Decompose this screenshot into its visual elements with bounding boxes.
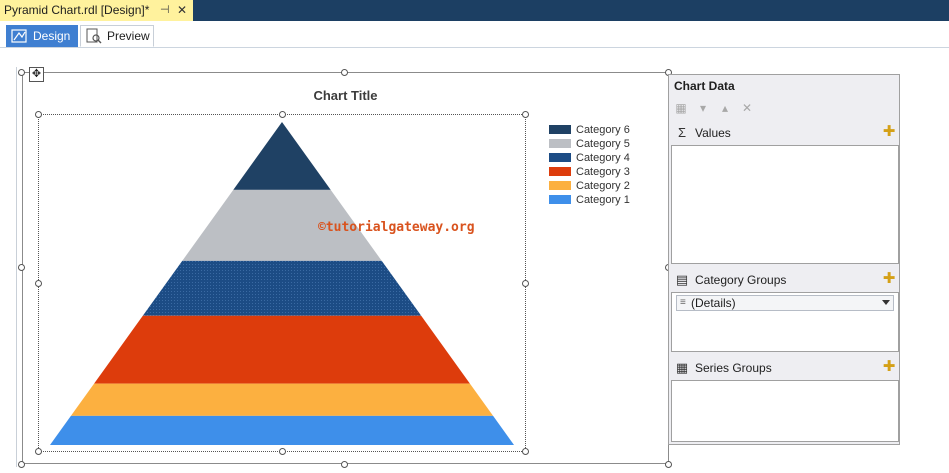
legend-label: Category 1 xyxy=(576,194,630,206)
series-groups-dropzone[interactable] xyxy=(671,380,899,442)
tab-preview[interactable]: Preview xyxy=(80,25,154,47)
document-tab[interactable]: Pyramid Chart.rdl [Design]* ⊣ ✕ xyxy=(0,0,193,21)
category-group-value: (Details) xyxy=(691,296,736,310)
chart-title[interactable]: Chart Title xyxy=(22,88,669,103)
legend-label: Category 2 xyxy=(576,180,630,192)
add-value-icon[interactable]: ✚ xyxy=(882,124,896,139)
legend-swatch xyxy=(549,181,571,190)
design-icon xyxy=(11,29,27,43)
category-group-details[interactable]: ≡ (Details) xyxy=(676,295,894,311)
plot-resize-handle[interactable] xyxy=(35,111,42,118)
panel-title: Chart Data xyxy=(674,79,735,93)
panel-toolbar: ▦ ▾ ▴ ✕ xyxy=(673,100,897,116)
plot-resize-handle[interactable] xyxy=(35,280,42,287)
resize-handle[interactable] xyxy=(18,69,25,76)
series-groups-label: Series Groups xyxy=(695,361,772,375)
move-down-icon[interactable]: ▾ xyxy=(695,100,711,116)
legend-swatch xyxy=(549,195,571,204)
resize-handle[interactable] xyxy=(18,461,25,468)
close-icon[interactable]: ✕ xyxy=(177,0,187,21)
preview-icon xyxy=(86,28,102,44)
add-category-group-icon[interactable]: ✚ xyxy=(882,271,896,286)
document-tab-title: Pyramid Chart.rdl [Design]* xyxy=(4,3,150,17)
tab-design[interactable]: Design xyxy=(6,25,78,47)
legend-swatch xyxy=(549,167,571,176)
document-tab-bar: Pyramid Chart.rdl [Design]* ⊣ ✕ xyxy=(0,0,949,21)
legend-swatch xyxy=(549,153,571,162)
plot-resize-handle[interactable] xyxy=(279,111,286,118)
tab-preview-label: Preview xyxy=(107,29,150,43)
tab-design-label: Design xyxy=(33,29,71,43)
resize-handle[interactable] xyxy=(341,69,348,76)
series-groups-icon: ▦ xyxy=(675,360,689,375)
values-dropzone[interactable] xyxy=(671,145,899,264)
values-header: Σ Values ✚ xyxy=(674,124,896,142)
delete-icon[interactable]: ✕ xyxy=(739,100,755,116)
sigma-icon: Σ xyxy=(677,125,687,140)
series-groups-header: ▦ Series Groups ✚ xyxy=(674,359,896,377)
chart-data-panel: Chart Data ▦ ▾ ▴ ✕ Σ Values ✚ ▤ Category… xyxy=(668,74,900,445)
category-groups-dropzone[interactable]: ≡ (Details) xyxy=(671,292,899,352)
legend-swatch xyxy=(549,125,571,134)
move-up-icon[interactable]: ▴ xyxy=(717,100,733,116)
plot-resize-handle[interactable] xyxy=(522,448,529,455)
chevron-down-icon[interactable] xyxy=(882,300,890,305)
legend-label: Category 5 xyxy=(576,138,630,150)
category-groups-label: Category Groups xyxy=(695,273,787,287)
add-series-group-icon[interactable]: ✚ xyxy=(882,359,896,374)
pin-icon[interactable]: ⊣ xyxy=(160,0,170,21)
legend-label: Category 3 xyxy=(576,166,630,178)
plot-resize-handle[interactable] xyxy=(279,448,286,455)
values-label: Values xyxy=(695,126,731,140)
legend-swatch xyxy=(549,139,571,148)
legend-label: Category 4 xyxy=(576,152,630,164)
watermark: ©tutorialgateway.org xyxy=(318,220,475,235)
resize-handle[interactable] xyxy=(18,264,25,271)
plot-resize-handle[interactable] xyxy=(522,280,529,287)
category-groups-icon: ▤ xyxy=(675,272,689,287)
legend-label: Category 6 xyxy=(576,124,630,136)
properties-icon[interactable]: ▦ xyxy=(673,100,689,116)
ruler-line xyxy=(16,67,17,467)
resize-handle[interactable] xyxy=(665,461,672,468)
plot-area[interactable] xyxy=(38,114,526,452)
plot-resize-handle[interactable] xyxy=(35,448,42,455)
move-handle-icon[interactable]: ✥ xyxy=(29,67,44,82)
category-groups-header: ▤ Category Groups ✚ xyxy=(674,271,896,289)
mode-tab-bar: Design Preview xyxy=(0,21,949,48)
grip-icon: ≡ xyxy=(680,297,686,308)
plot-resize-handle[interactable] xyxy=(522,111,529,118)
resize-handle[interactable] xyxy=(341,461,348,468)
